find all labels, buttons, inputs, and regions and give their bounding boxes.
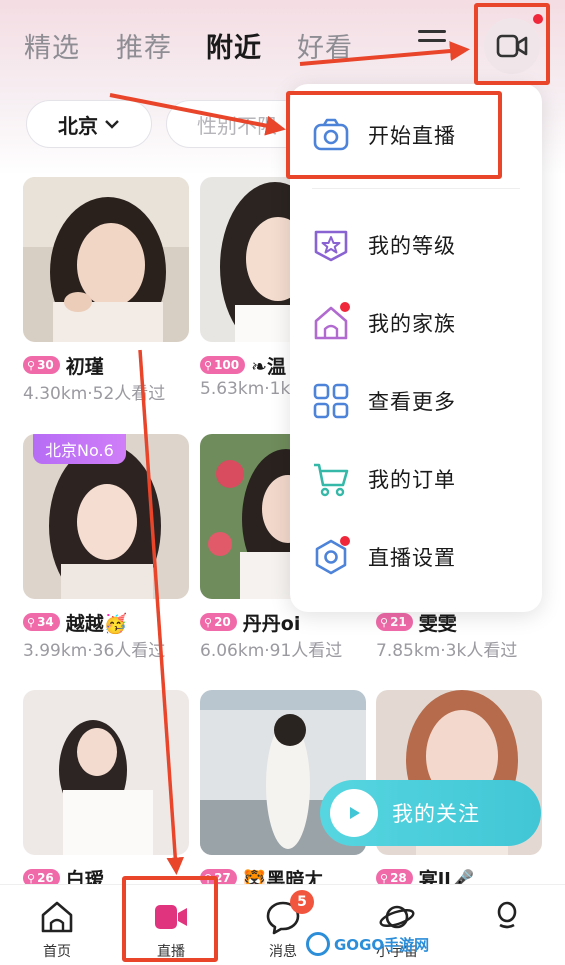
level-badge: ⚲ 100 xyxy=(200,356,246,374)
tab-good-looking[interactable]: 好看 xyxy=(297,26,353,65)
menu-item-label: 查看更多 xyxy=(368,390,456,414)
menu-item-label: 我的订单 xyxy=(368,468,456,492)
nav-home[interactable]: 首页 xyxy=(12,885,102,965)
streamer-name: 越越🥳 xyxy=(65,612,128,635)
streamer-card[interactable]: ⚲ 30 初瑾 4.30km·52人看过 xyxy=(23,177,189,404)
my-following-label: 我的关注 xyxy=(392,802,480,826)
cart-icon xyxy=(314,463,349,497)
streamer-name-row: ⚲ 21 雯雯 xyxy=(376,609,457,635)
streamer-distance-views: 4.30km·52人看过 xyxy=(23,384,166,404)
menu-item-label: 我的家族 xyxy=(368,312,456,336)
highlight-box-camera xyxy=(474,3,550,85)
highlight-box-live-tab xyxy=(122,876,218,962)
streamer-name: 雯雯 xyxy=(418,612,457,635)
city-filter-label: 北京 xyxy=(58,113,98,138)
watermark-icon xyxy=(306,932,330,956)
streamer-name-row: ⚲ 100 ❧温 xyxy=(200,352,286,378)
bottom-navigation: 首页 直播 消息 小宇宙 xyxy=(0,884,565,965)
streamer-name: ❧温 xyxy=(251,355,287,378)
level-badge: ⚲ 20 xyxy=(200,613,237,631)
tab-nearby[interactable]: 附近 xyxy=(206,26,262,65)
menu-icon[interactable] xyxy=(418,30,446,54)
nav-label: 首页 xyxy=(43,944,71,960)
menu-item-my-orders[interactable]: 我的订单 xyxy=(290,448,542,510)
city-filter-dropdown[interactable]: 北京 xyxy=(26,100,152,148)
menu-item-view-more[interactable]: 查看更多 xyxy=(290,370,542,432)
menu-item-label: 直播设置 xyxy=(368,546,456,570)
menu-item-live-settings[interactable]: 直播设置 xyxy=(290,526,542,588)
home-icon xyxy=(41,901,73,933)
nav-profile[interactable] xyxy=(462,885,552,965)
menu-item-my-level[interactable]: 我的等级 xyxy=(290,214,542,276)
gender-filter-label: 性别不限 xyxy=(197,113,277,138)
my-following-button[interactable]: 我的关注 xyxy=(320,780,541,846)
grid-more-icon xyxy=(313,383,349,419)
streamer-name: 丹丹oi xyxy=(242,612,301,635)
level-badge: ⚲ 34 xyxy=(23,613,60,631)
streamer-name: 初瑾 xyxy=(65,355,104,378)
watermark-logo: GOGO手游网 xyxy=(306,930,429,958)
streamer-name-row: ⚲ 30 初瑾 xyxy=(23,352,104,378)
streamer-name-row: ⚲ 34 越越🥳 xyxy=(23,609,127,635)
level-badge: ⚲ 30 xyxy=(23,356,60,374)
streamer-card[interactable]: ⚲ 26 白瑷 xyxy=(23,690,189,891)
menu-item-my-family[interactable]: 我的家族 xyxy=(290,292,542,354)
streamer-card[interactable]: 北京No.6 ⚲ 34 越越🥳 3.99km·36人看过 xyxy=(23,434,189,661)
chevron-down-icon xyxy=(105,120,119,129)
profile-icon xyxy=(497,901,517,929)
streamer-name-row: ⚲ 20 丹丹oi xyxy=(200,609,300,635)
streamer-distance-views: 3.99km·36人看过 xyxy=(23,641,166,661)
settings-notification-dot xyxy=(340,536,350,546)
watermark-text: GOGO手游网 xyxy=(334,935,430,954)
streamer-thumbnail: 北京No.6 xyxy=(23,434,189,599)
menu-item-label: 我的等级 xyxy=(368,234,456,258)
streamer-thumbnail xyxy=(23,690,189,855)
streamer-thumbnail xyxy=(23,177,189,342)
streamer-distance-views: 7.85km·3k人看过 xyxy=(376,641,518,661)
highlight-box-start-live xyxy=(286,91,502,179)
tab-featured[interactable]: 精选 xyxy=(24,26,80,65)
message-count-badge: 5 xyxy=(290,890,314,914)
top-tab-bar: 精选 推荐 附近 好看 xyxy=(0,18,470,68)
level-star-icon xyxy=(314,230,348,262)
streamer-distance-views: 5.63km·1k xyxy=(200,379,291,399)
city-rank-badge: 北京No.6 xyxy=(33,434,126,464)
family-notification-dot xyxy=(340,302,350,312)
play-icon xyxy=(330,789,378,837)
tab-recommended[interactable]: 推荐 xyxy=(116,26,172,65)
level-badge: ⚲ 21 xyxy=(376,613,413,631)
streamer-distance-views: 6.06km·91人看过 xyxy=(200,641,343,661)
menu-divider xyxy=(312,188,520,189)
